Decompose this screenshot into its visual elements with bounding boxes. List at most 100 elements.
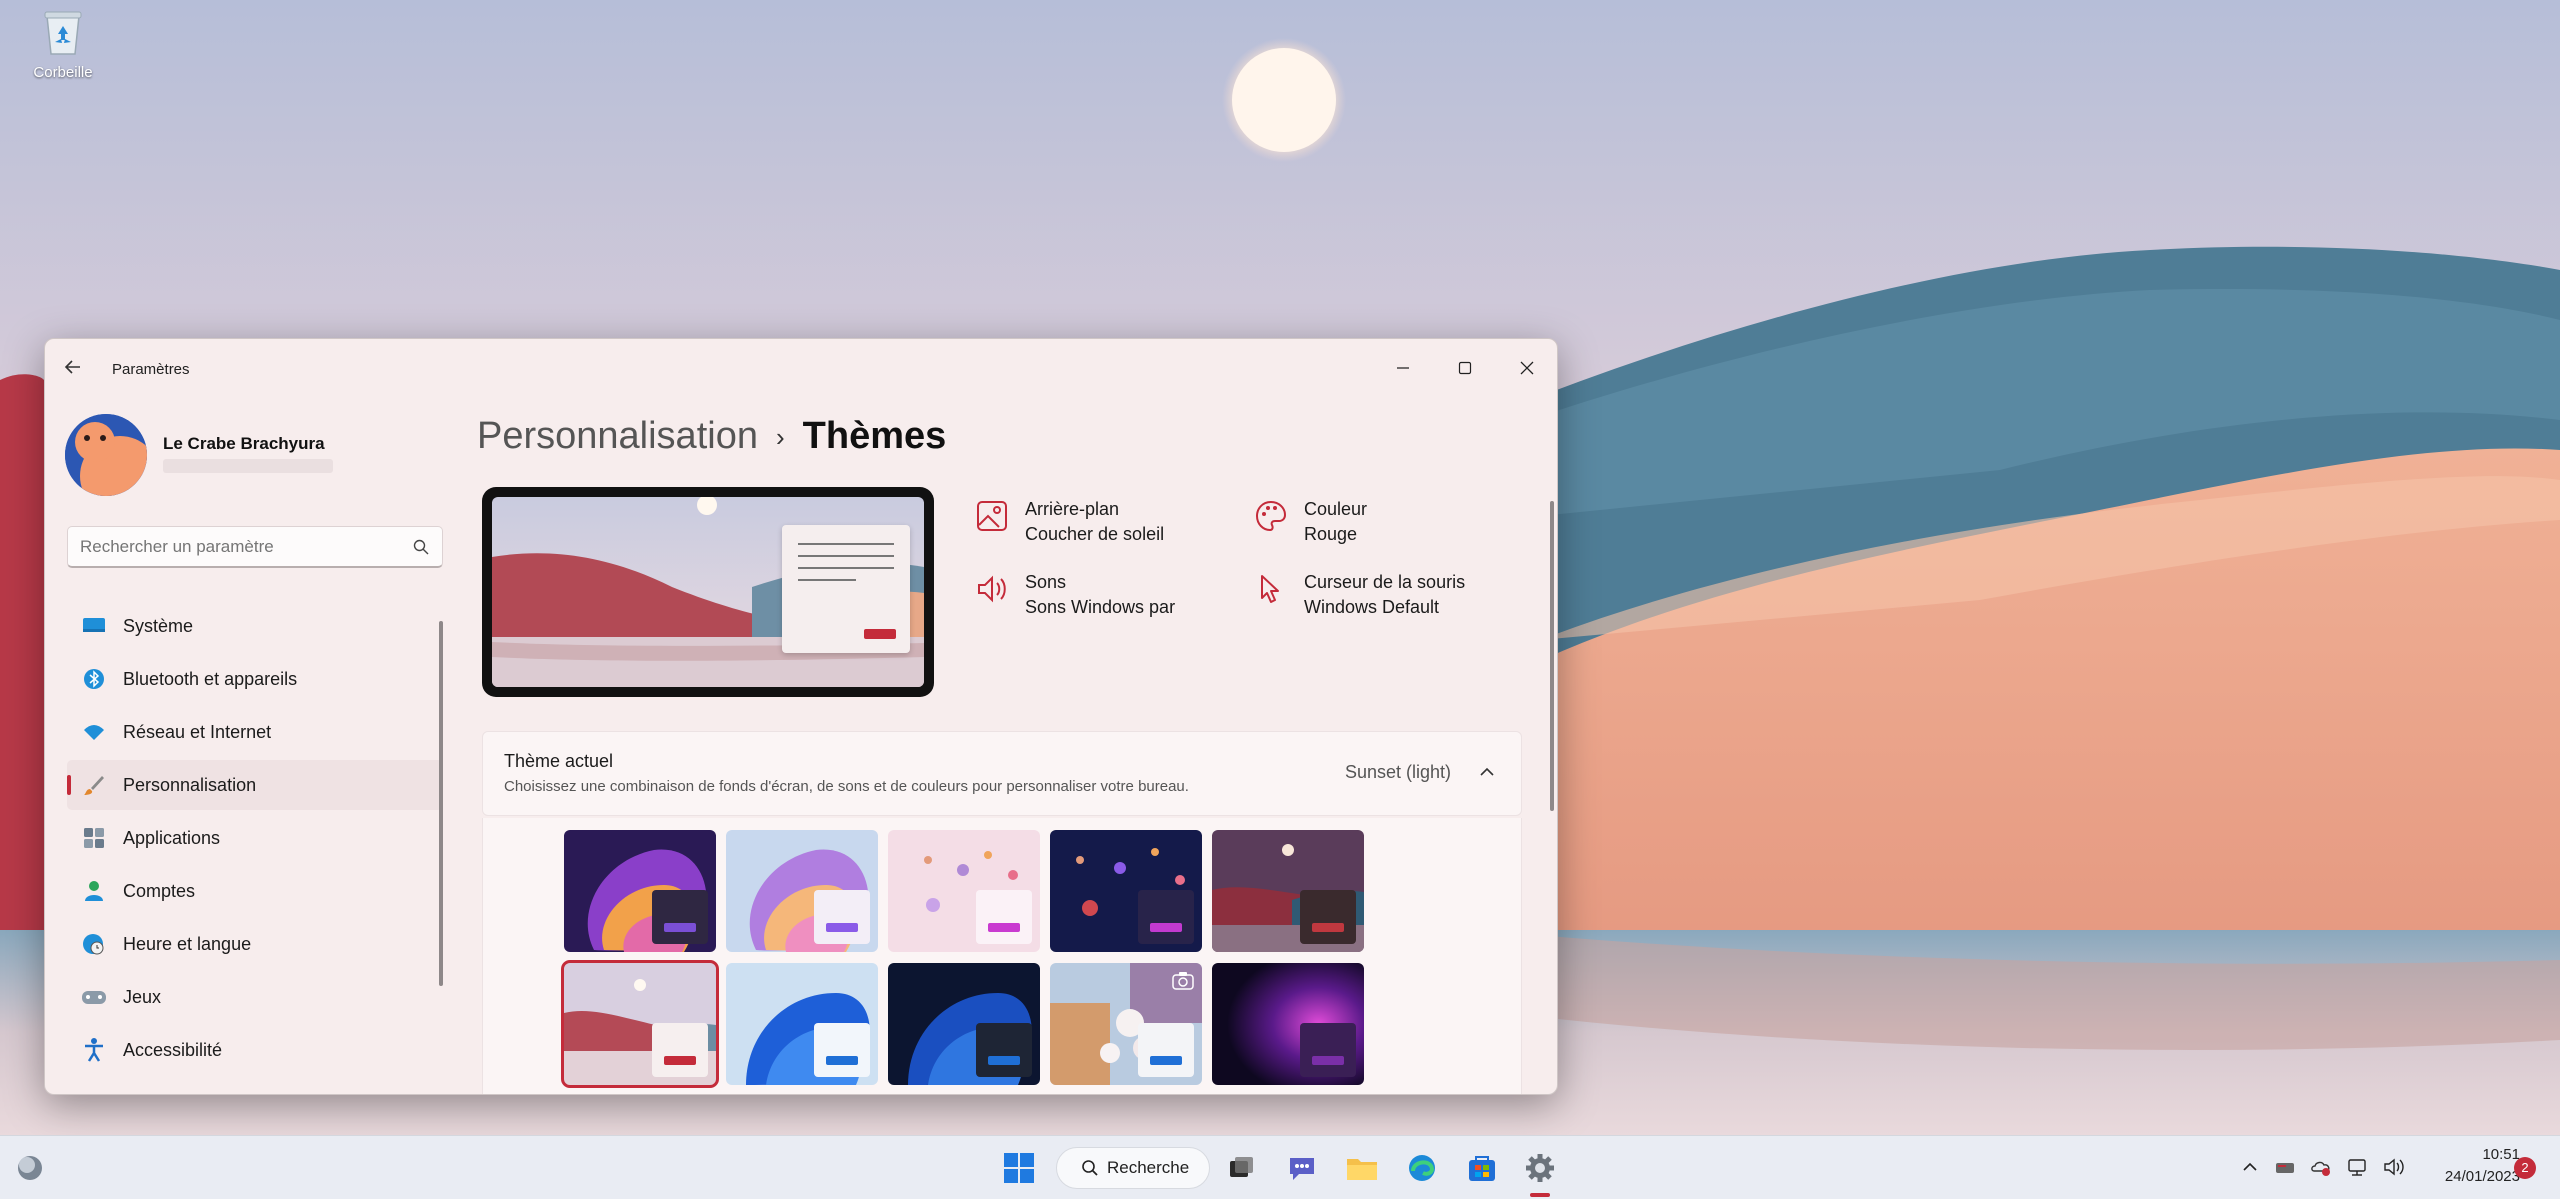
preview-line	[798, 543, 894, 545]
clock[interactable]: 10:51 24/01/2023	[2410, 1144, 2520, 1188]
chevron-up-icon[interactable]	[1477, 762, 1497, 782]
preview-window-mockup	[782, 525, 910, 653]
system-icon	[79, 611, 109, 641]
nav-item-label: Bluetooth et appareils	[123, 668, 298, 689]
sounds-value: Sons Windows par	[1025, 597, 1176, 617]
onedrive-error-icon[interactable]	[2310, 1156, 2332, 1178]
notification-badge[interactable]: 2	[2514, 1157, 2536, 1179]
nav-item-comptes[interactable]: Comptes	[67, 866, 443, 916]
current-theme-expander[interactable]: Thème actuel Choisissez une combinaison …	[482, 731, 1522, 816]
nav-item-label: Système	[123, 615, 194, 636]
person-icon	[79, 876, 109, 906]
theme-accent-swatch	[988, 1056, 1020, 1065]
sounds-setting[interactable]: Sons Sons Windows par	[975, 570, 1175, 620]
minimize-button[interactable]	[1373, 351, 1433, 385]
theme-accent-swatch	[826, 923, 858, 932]
theme-thumbnail[interactable]	[888, 830, 1040, 952]
recycle-bin-label: Corbeille	[33, 64, 93, 81]
start-button[interactable]	[999, 1148, 1039, 1188]
theme-thumbnail-selected[interactable]	[561, 960, 719, 1088]
theme-accent-swatch	[826, 1056, 858, 1065]
color-setting[interactable]: Couleur Rouge	[1254, 497, 1367, 547]
cursor-setting[interactable]: Curseur de la souris Windows Default	[1254, 570, 1465, 620]
widgets-button[interactable]	[10, 1148, 50, 1188]
back-button[interactable]	[63, 357, 93, 383]
current-theme-title: Thème actuel	[504, 751, 614, 771]
theme-thumbnail[interactable]	[726, 830, 878, 952]
taskbar-search-button[interactable]: Recherche	[1056, 1147, 1210, 1189]
content-scrollbar[interactable]	[1550, 501, 1554, 811]
volume-icon[interactable]	[2382, 1156, 2406, 1178]
cursor-value: Windows Default	[1304, 597, 1440, 617]
teams-chat-icon	[1290, 1158, 1314, 1180]
breadcrumb: Personnalisation › Thèmes	[477, 415, 946, 458]
settings-search-input[interactable]	[80, 535, 390, 559]
background-setting[interactable]: Arrière-plan Coucher de soleil	[975, 497, 1164, 547]
nav-item-bluetooth[interactable]: Bluetooth et appareils	[67, 654, 443, 704]
theme-gallery	[482, 818, 1522, 1094]
file-explorer-button[interactable]	[1342, 1148, 1382, 1188]
chat-button[interactable]	[1282, 1148, 1322, 1188]
theme-accent-swatch	[664, 923, 696, 932]
nav-item-label: Heure et langue	[123, 933, 252, 954]
edge-button[interactable]	[1402, 1148, 1442, 1188]
drive-icon[interactable]	[2274, 1156, 2296, 1178]
store-button[interactable]	[1462, 1148, 1502, 1188]
weather-icon	[18, 1156, 42, 1180]
edge-icon	[1409, 1155, 1435, 1181]
nav-item-heure-langue[interactable]: Heure et langue	[67, 919, 443, 969]
running-indicator	[1530, 1193, 1550, 1197]
avatar[interactable]	[65, 414, 147, 496]
theme-preview-card	[814, 890, 870, 944]
nav-item-systeme[interactable]: Système	[67, 601, 443, 651]
search-icon[interactable]	[412, 538, 430, 556]
nav-scrollbar[interactable]	[439, 621, 443, 986]
theme-accent-swatch	[988, 923, 1020, 932]
close-button[interactable]	[1497, 351, 1557, 385]
nav-item-jeux[interactable]: Jeux	[67, 972, 443, 1022]
camera-icon[interactable]	[1172, 971, 1194, 991]
breadcrumb-parent[interactable]: Personnalisation	[477, 415, 758, 457]
app-title: Paramètres	[112, 361, 190, 378]
maximize-button[interactable]	[1435, 351, 1495, 385]
globe-clock-icon	[79, 929, 109, 959]
settings-search-box[interactable]	[67, 526, 443, 568]
image-icon	[977, 501, 1007, 531]
theme-thumbnail[interactable]	[1050, 830, 1202, 952]
title-bar[interactable]: Paramètres	[45, 339, 1557, 399]
nav-item-reseau[interactable]: Réseau et Internet	[67, 707, 443, 757]
nav-item-applications[interactable]: Applications	[67, 813, 443, 863]
brush-icon	[79, 770, 109, 800]
network-icon[interactable]	[2346, 1156, 2368, 1178]
theme-preview-card	[976, 890, 1032, 944]
theme-thumbnail[interactable]	[564, 830, 716, 952]
nav-item-personnalisation[interactable]: Personnalisation	[67, 760, 443, 810]
chevron-up-icon[interactable]	[2240, 1156, 2260, 1178]
theme-preview-card	[652, 1023, 708, 1077]
taskbar: Recherche 10:51 24/01/2023 2	[0, 1135, 2560, 1199]
theme-accent-swatch	[664, 1056, 696, 1065]
settings-taskbar-button[interactable]	[1520, 1148, 1560, 1188]
back-arrow-icon	[64, 360, 80, 374]
nav-item-label: Jeux	[123, 986, 162, 1007]
theme-thumbnail[interactable]	[1050, 963, 1202, 1085]
current-theme-value: Sunset (light)	[1344, 762, 1451, 782]
cursor-title: Curseur de la souris	[1304, 572, 1466, 592]
theme-thumbnail[interactable]	[1212, 963, 1364, 1085]
theme-thumbnail[interactable]	[888, 963, 1040, 1085]
theme-thumbnail[interactable]	[1212, 830, 1364, 952]
cursor-icon	[1261, 575, 1279, 603]
nav-item-accessibilite[interactable]: Accessibilité	[67, 1025, 443, 1075]
task-view-button[interactable]	[1222, 1148, 1262, 1188]
preview-line	[798, 555, 894, 557]
system-tray	[2240, 1156, 2406, 1178]
nav-item-label: Réseau et Internet	[123, 721, 272, 742]
avatar-image	[65, 414, 147, 496]
page-title: Thèmes	[802, 415, 947, 457]
wifi-icon	[79, 717, 109, 747]
recycle-bin-shortcut[interactable]: Corbeille	[22, 6, 104, 81]
theme-thumbnail[interactable]	[726, 963, 878, 1085]
store-icon	[1469, 1156, 1495, 1181]
apps-icon	[79, 823, 109, 853]
minimize-icon	[1397, 367, 1409, 369]
